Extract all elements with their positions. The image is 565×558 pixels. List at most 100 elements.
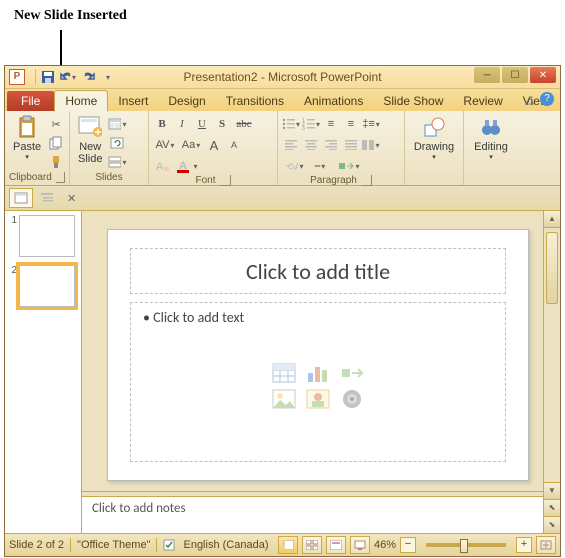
slide-layout-button[interactable] bbox=[108, 115, 126, 133]
sorter-view-button[interactable] bbox=[302, 536, 322, 554]
status-zoom-value[interactable]: 46% bbox=[374, 539, 396, 551]
normal-view-button[interactable] bbox=[278, 536, 298, 554]
slides-tab-button[interactable] bbox=[9, 188, 33, 208]
vertical-scrollbar[interactable]: ▲ ▼ ⬉ ⬊ bbox=[543, 211, 560, 533]
slideshow-view-button[interactable] bbox=[350, 536, 370, 554]
spellcheck-icon[interactable] bbox=[163, 539, 177, 551]
thumbnail-row[interactable]: 1 bbox=[7, 215, 79, 257]
tab-home[interactable]: Home bbox=[54, 90, 108, 112]
zoom-in-button[interactable]: + bbox=[516, 537, 532, 553]
scroll-down-button[interactable]: ▼ bbox=[544, 482, 560, 499]
fit-window-button[interactable] bbox=[536, 536, 556, 554]
qat-customize-button[interactable]: ▾ bbox=[100, 69, 116, 85]
outline-tab-button[interactable] bbox=[35, 188, 59, 208]
zoom-slider-knob[interactable] bbox=[460, 539, 468, 553]
status-language[interactable]: English (Canada) bbox=[183, 539, 268, 551]
new-slide-button[interactable]: New Slide bbox=[74, 113, 106, 167]
qat-redo-button[interactable] bbox=[80, 69, 96, 85]
slide-thumbnails-panel[interactable]: 1 2 bbox=[5, 211, 82, 533]
slide-thumbnail-2[interactable] bbox=[19, 265, 75, 307]
zoom-slider[interactable] bbox=[426, 543, 506, 547]
window-close-button[interactable]: ✕ bbox=[530, 67, 556, 83]
smartart-convert-button[interactable] bbox=[334, 157, 364, 175]
window-minimize-button[interactable]: ─ bbox=[474, 67, 500, 83]
line-spacing-button[interactable]: ‡≡ bbox=[362, 115, 380, 133]
underline-button[interactable]: U bbox=[193, 115, 211, 133]
align-left-button[interactable] bbox=[282, 136, 300, 154]
slide-canvas-area[interactable]: Click to add title Click to add text bbox=[82, 211, 560, 491]
justify-button[interactable] bbox=[342, 136, 360, 154]
text-direction-button[interactable]: ⟲A bbox=[282, 157, 306, 175]
paste-button[interactable]: Paste ▾ bbox=[9, 113, 45, 163]
font-group-label: Font bbox=[195, 175, 215, 186]
annotation-label: New Slide Inserted bbox=[14, 8, 127, 24]
help-button[interactable]: ? bbox=[540, 92, 554, 106]
strikethrough-button[interactable]: abc bbox=[233, 115, 255, 133]
clipboard-dialog-launcher[interactable] bbox=[56, 172, 65, 183]
status-theme[interactable]: "Office Theme" bbox=[77, 539, 150, 551]
font-color-button[interactable]: A bbox=[173, 157, 201, 175]
insert-media-icon[interactable] bbox=[340, 389, 364, 409]
prev-slide-button[interactable]: ⬉ bbox=[544, 499, 560, 516]
decrease-indent-button[interactable]: ≡ bbox=[322, 115, 340, 133]
cut-button[interactable]: ✂ bbox=[47, 115, 65, 133]
title-placeholder[interactable]: Click to add title bbox=[130, 248, 506, 294]
drawing-button[interactable]: Drawing▾ bbox=[410, 113, 458, 163]
slide-thumbnail-1[interactable] bbox=[19, 215, 75, 257]
italic-button[interactable]: I bbox=[173, 115, 191, 133]
shrink-font-button[interactable]: A bbox=[225, 136, 243, 154]
change-case-button[interactable]: Aa bbox=[179, 136, 203, 154]
insert-clipart-icon[interactable] bbox=[306, 389, 330, 409]
copy-button[interactable] bbox=[47, 134, 65, 152]
layout-icon bbox=[108, 118, 121, 130]
tab-insert[interactable]: Insert bbox=[108, 91, 158, 111]
content-placeholder[interactable]: Click to add text bbox=[130, 302, 506, 462]
align-center-button[interactable] bbox=[302, 136, 320, 154]
tab-review[interactable]: Review bbox=[453, 91, 512, 111]
section-button[interactable] bbox=[108, 153, 126, 171]
char-spacing-button[interactable]: AV bbox=[153, 136, 177, 154]
thumbnail-row[interactable]: 2 bbox=[7, 265, 79, 307]
increase-indent-button[interactable]: ≡ bbox=[342, 115, 360, 133]
clear-formatting-button[interactable]: A bbox=[153, 157, 171, 175]
notes-pane[interactable]: Click to add notes bbox=[82, 496, 544, 533]
paragraph-dialog-launcher[interactable] bbox=[361, 175, 372, 186]
insert-table-icon[interactable] bbox=[272, 363, 296, 383]
clipboard-group-label: Clipboard bbox=[9, 172, 52, 183]
scroll-thumb[interactable] bbox=[546, 232, 558, 304]
slide-canvas[interactable]: Click to add title Click to add text bbox=[107, 229, 529, 481]
bullets-button[interactable] bbox=[282, 115, 300, 133]
window-maximize-button[interactable]: ☐ bbox=[502, 67, 528, 83]
next-slide-button[interactable]: ⬊ bbox=[544, 516, 560, 533]
format-painter-button[interactable] bbox=[47, 153, 65, 171]
shadow-button[interactable]: S bbox=[213, 115, 231, 133]
tab-slideshow[interactable]: Slide Show bbox=[373, 91, 453, 111]
scroll-up-button[interactable]: ▲ bbox=[544, 211, 560, 228]
font-dialog-launcher[interactable] bbox=[220, 175, 231, 186]
reset-icon bbox=[110, 137, 124, 149]
reset-slide-button[interactable] bbox=[108, 134, 126, 152]
bold-button[interactable]: B bbox=[153, 115, 171, 133]
columns-button[interactable] bbox=[362, 136, 380, 154]
file-tab[interactable]: File bbox=[7, 91, 54, 111]
qat-save-button[interactable] bbox=[40, 69, 56, 85]
align-text-button[interactable]: ⎯ bbox=[308, 157, 332, 175]
grow-font-button[interactable]: A bbox=[205, 136, 223, 154]
ribbon-minimize-button[interactable]: △ bbox=[526, 93, 534, 106]
insert-picture-icon[interactable] bbox=[272, 389, 296, 409]
ribbon-tabs: File Home Insert Design Transitions Anim… bbox=[5, 89, 560, 111]
insert-chart-icon[interactable] bbox=[306, 363, 330, 383]
zoom-out-button[interactable]: − bbox=[400, 537, 416, 553]
reading-view-button[interactable] bbox=[326, 536, 346, 554]
thumbnail-number: 2 bbox=[7, 265, 19, 307]
tab-animations[interactable]: Animations bbox=[294, 91, 373, 111]
editing-button[interactable]: Editing▾ bbox=[470, 113, 512, 163]
panel-close-button[interactable]: ✕ bbox=[67, 192, 76, 205]
insert-smartart-icon[interactable] bbox=[340, 363, 364, 383]
numbering-button[interactable]: 123 bbox=[302, 115, 320, 133]
tab-transitions[interactable]: Transitions bbox=[216, 91, 294, 111]
app-icon: P bbox=[9, 69, 25, 85]
tab-design[interactable]: Design bbox=[158, 91, 215, 111]
qat-undo-button[interactable] bbox=[60, 69, 76, 85]
align-right-button[interactable] bbox=[322, 136, 340, 154]
